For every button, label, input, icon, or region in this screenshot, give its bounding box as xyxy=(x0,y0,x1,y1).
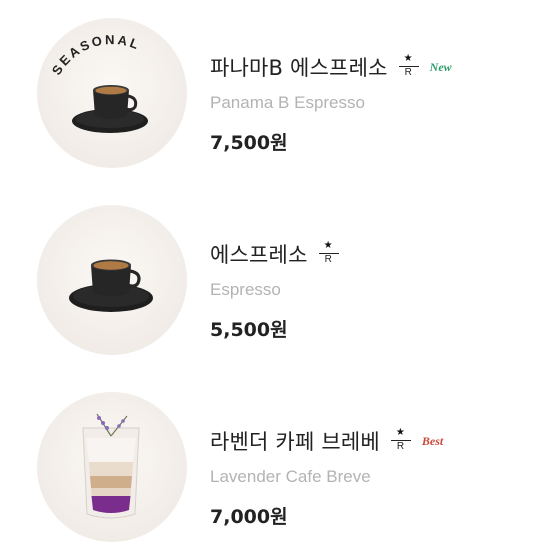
espresso-cup-image xyxy=(69,259,153,312)
product-item-espresso[interactable]: 에스프레소 ★ R Espresso 5,500원 xyxy=(0,205,540,365)
product-name-ko: 에스프레소 xyxy=(210,243,308,267)
product-image-espresso[interactable]: SEASONAL xyxy=(37,18,187,168)
reserve-star-icon: ★ R xyxy=(318,241,340,267)
product-name-ko: 라벤더 카페 브레베 xyxy=(210,430,380,454)
product-name-ko: 파나마B 에스프레소 xyxy=(210,56,388,80)
lavender-latte-image xyxy=(82,413,140,519)
product-name-en: Panama B Espresso xyxy=(210,93,365,112)
product-name-en: Espresso xyxy=(210,280,281,299)
reserve-star-icon: ★ R xyxy=(390,428,412,454)
seasonal-label: SEASONAL xyxy=(49,32,143,78)
best-badge: Best xyxy=(421,433,444,448)
product-name-en: Lavender Cafe Breve xyxy=(210,467,371,486)
espresso-cup-image: SEASONAL xyxy=(49,32,148,133)
product-image-espresso[interactable] xyxy=(37,205,187,355)
new-badge: New xyxy=(429,59,452,74)
product-item-panama-b-espresso[interactable]: SEASONAL 파나마B 에스프레소 ★ R New Panama B Espr… xyxy=(0,18,540,178)
product-price: 7,000원 xyxy=(210,506,288,528)
reserve-star-icon: ★ R xyxy=(398,54,420,80)
product-price: 5,500원 xyxy=(210,319,288,341)
product-price: 7,500원 xyxy=(210,132,288,154)
product-item-lavender-cafe-breve[interactable]: 라벤더 카페 브레베 ★ R Best Lavender Cafe Breve 7… xyxy=(0,392,540,552)
product-image-lavender-latte[interactable] xyxy=(37,392,187,542)
